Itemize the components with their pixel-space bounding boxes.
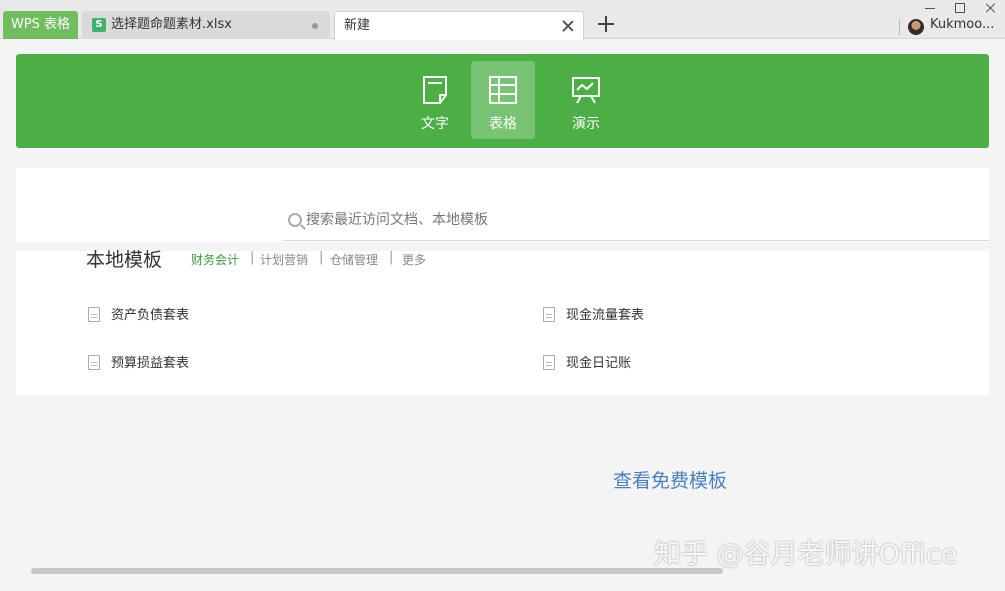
template-item-label: 资产负债套表 bbox=[111, 308, 190, 323]
category-warehouse[interactable]: 仓储管理 bbox=[330, 251, 378, 268]
category-finance[interactable]: 财务会计 bbox=[191, 251, 239, 268]
horizontal-scrollbar[interactable] bbox=[31, 568, 723, 574]
file-icon bbox=[543, 355, 555, 370]
tab-file-label: 选择题命题素材.xlsx bbox=[111, 17, 232, 32]
tab-file[interactable]: S 选择题命题素材.xlsx bbox=[82, 11, 330, 39]
category-separator: | bbox=[389, 250, 394, 265]
avatar[interactable] bbox=[908, 19, 924, 35]
user-name[interactable]: Kukmoo... bbox=[930, 17, 994, 32]
tab-new[interactable]: 新建 bbox=[334, 11, 584, 40]
unsaved-dot-icon bbox=[312, 23, 318, 29]
tab-new-label: 新建 bbox=[344, 18, 371, 33]
category-separator: | bbox=[319, 250, 324, 265]
doc-type-presentation-label: 演示 bbox=[572, 116, 600, 132]
watermark: 知乎 @谷月老师讲Office bbox=[654, 539, 958, 570]
close-tab-icon[interactable] bbox=[561, 19, 575, 33]
free-templates-link[interactable]: 查看免费模板 bbox=[613, 466, 727, 493]
template-item-label: 现金日记账 bbox=[566, 356, 632, 371]
template-item-label: 预算损益套表 bbox=[111, 356, 190, 371]
category-more[interactable]: 更多 bbox=[402, 251, 426, 268]
doc-type-writer-label: 文字 bbox=[421, 116, 449, 132]
spreadsheet-icon bbox=[489, 76, 517, 104]
search-input[interactable] bbox=[306, 208, 986, 232]
template-item-label: 现金流量套表 bbox=[566, 308, 645, 323]
divider bbox=[899, 19, 900, 35]
tab-wps-app[interactable]: WPS 表格 bbox=[3, 11, 78, 39]
category-marketing[interactable]: 计划营销 bbox=[260, 251, 308, 268]
doc-type-spreadsheet-label: 表格 bbox=[489, 116, 517, 132]
maximize-icon[interactable] bbox=[955, 3, 965, 13]
templates-title: 本地模板 bbox=[86, 249, 163, 271]
category-separator: | bbox=[250, 250, 255, 265]
search-underline bbox=[283, 240, 989, 241]
file-icon bbox=[88, 355, 100, 370]
search-icon bbox=[288, 213, 302, 227]
file-icon bbox=[543, 307, 555, 322]
file-icon bbox=[88, 307, 100, 322]
new-tab-plus-icon[interactable] bbox=[598, 16, 614, 32]
presentation-icon bbox=[572, 77, 600, 104]
close-window-icon[interactable] bbox=[985, 2, 997, 14]
spreadsheet-file-icon: S bbox=[92, 18, 106, 32]
doc-type-writer-button[interactable]: 文字 bbox=[403, 61, 467, 139]
doc-type-bar: 文字 表格 演示 bbox=[16, 54, 989, 148]
doc-type-spreadsheet-button[interactable]: 表格 bbox=[471, 61, 535, 139]
doc-type-presentation-button[interactable]: 演示 bbox=[554, 61, 618, 139]
minimize-icon[interactable] bbox=[925, 8, 935, 9]
document-icon bbox=[423, 76, 447, 104]
